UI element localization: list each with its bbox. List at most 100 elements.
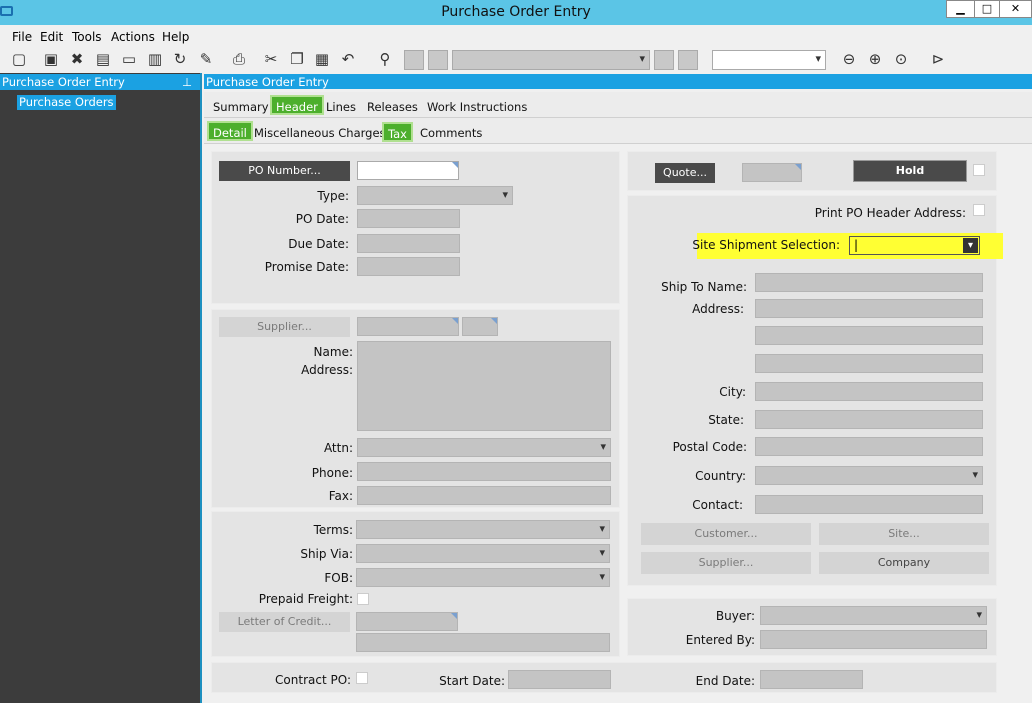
hold-button[interactable]: Hold	[853, 160, 967, 182]
menu-file[interactable]: File	[12, 30, 32, 44]
po-date-label: PO Date:	[295, 212, 349, 226]
quote-input[interactable]	[742, 163, 802, 182]
start-date-input[interactable]	[508, 670, 611, 689]
refresh-icon[interactable]: ↻	[171, 50, 189, 68]
fax-input[interactable]	[357, 486, 611, 505]
ship-via-select[interactable]	[356, 544, 610, 563]
delete-icon[interactable]: ✖	[68, 50, 86, 68]
city-label: City:	[719, 385, 746, 399]
country-select[interactable]	[755, 466, 983, 485]
tab-lines[interactable]: Lines	[322, 97, 360, 117]
save-icon[interactable]: ▣	[42, 50, 60, 68]
menu-edit[interactable]: Edit	[40, 30, 63, 44]
supplier-id-input[interactable]	[357, 317, 459, 336]
print-icon[interactable]: ⎙	[230, 50, 248, 68]
letter-of-credit-desc[interactable]	[356, 633, 610, 652]
tab-releases[interactable]: Releases	[363, 97, 422, 117]
attn-select[interactable]	[357, 438, 611, 457]
prepaid-freight-label: Prepaid Freight:	[258, 592, 353, 606]
fob-select[interactable]	[356, 568, 610, 587]
subtab-misc-charges[interactable]: Miscellaneous Charges	[250, 123, 390, 143]
subtab-comments[interactable]: Comments	[416, 123, 486, 143]
letter-of-credit-input[interactable]	[356, 612, 458, 631]
letter-of-credit-button[interactable]: Letter of Credit...	[219, 612, 350, 632]
note-icon[interactable]: ▭	[120, 50, 138, 68]
ship-address-3[interactable]	[755, 354, 983, 373]
new-icon[interactable]: ▢	[10, 50, 28, 68]
last-icon[interactable]	[678, 50, 698, 70]
phone-input[interactable]	[357, 462, 611, 481]
company-button[interactable]: Company	[819, 552, 989, 574]
close-button[interactable]: ✕	[999, 0, 1032, 18]
print-po-header-address-checkbox[interactable]	[973, 204, 985, 216]
start-date-label: Start Date:	[439, 674, 505, 688]
tab-header[interactable]: Header	[270, 95, 324, 115]
due-date-input[interactable]	[357, 234, 460, 253]
copy-icon[interactable]: ❐	[288, 50, 306, 68]
ship-address-1[interactable]	[755, 299, 983, 318]
po-number-button[interactable]: PO Number...	[219, 161, 350, 181]
state-label: State:	[708, 413, 744, 427]
fax-label: Fax:	[328, 489, 353, 503]
end-date-input[interactable]	[760, 670, 863, 689]
supplier-name-address[interactable]	[357, 341, 611, 431]
binoculars-icon[interactable]: ⚲	[376, 50, 394, 68]
po-date-input[interactable]	[357, 209, 460, 228]
toolbar-combo[interactable]	[712, 50, 826, 70]
tree-item-purchase-orders[interactable]: Purchase Orders	[17, 95, 116, 110]
ship-to-name-input[interactable]	[755, 273, 983, 292]
menu-actions[interactable]: Actions	[111, 30, 155, 44]
back-icon[interactable]: ⊖	[840, 50, 858, 68]
next-icon[interactable]	[654, 50, 674, 70]
quote-button[interactable]: Quote...	[655, 163, 715, 183]
supplier-code-input[interactable]	[462, 317, 498, 336]
undo-icon[interactable]: ↶	[339, 50, 357, 68]
maximize-button[interactable]: □	[974, 0, 1000, 18]
fob-label: FOB:	[324, 571, 353, 585]
po-number-input[interactable]	[357, 161, 459, 180]
postal-code-label: Postal Code:	[672, 440, 747, 454]
ship-address-label: Address:	[692, 302, 744, 316]
menu-tools[interactable]: Tools	[72, 30, 102, 44]
tab-work-instructions[interactable]: Work Instructions	[423, 97, 531, 117]
first-icon[interactable]	[404, 50, 424, 70]
terms-select[interactable]	[356, 520, 610, 539]
hold-checkbox[interactable]	[973, 164, 985, 176]
subtab-detail[interactable]: Detail	[207, 121, 253, 141]
menu-help[interactable]: Help	[162, 30, 189, 44]
contact-input[interactable]	[755, 495, 983, 514]
site-button[interactable]: Site...	[819, 523, 989, 545]
play-icon[interactable]: ⊳	[929, 50, 947, 68]
prepaid-freight-checkbox[interactable]	[357, 593, 369, 605]
left-panel	[0, 73, 202, 703]
forward-icon[interactable]: ⊕	[866, 50, 884, 68]
city-input[interactable]	[755, 382, 983, 401]
tab-summary[interactable]: Summary	[209, 97, 273, 117]
type-select[interactable]	[357, 186, 513, 205]
dropdown-arrow-icon[interactable]: ▾	[963, 238, 978, 253]
buyer-select[interactable]	[760, 606, 987, 625]
pin-icon[interactable]: ⊥	[182, 74, 192, 90]
menu-bar: File Edit Tools Actions Help	[0, 25, 1032, 47]
cut-icon[interactable]: ✂	[262, 50, 280, 68]
promise-date-input[interactable]	[357, 257, 460, 276]
paste-icon[interactable]: ▦	[313, 50, 331, 68]
home-icon[interactable]: ⊙	[892, 50, 910, 68]
buyer-label: Buyer:	[715, 609, 755, 623]
customer-button[interactable]: Customer...	[641, 523, 811, 545]
ship-supplier-button[interactable]: Supplier...	[641, 552, 811, 574]
record-selector[interactable]	[452, 50, 650, 70]
ship-address-2[interactable]	[755, 326, 983, 345]
supplier-button[interactable]: Supplier...	[219, 317, 350, 337]
entered-by-input[interactable]	[760, 630, 987, 649]
subtab-tax[interactable]: Tax	[382, 122, 413, 142]
contract-po-checkbox[interactable]	[356, 672, 368, 684]
book-icon[interactable]: ▤	[94, 50, 112, 68]
prev-icon[interactable]	[428, 50, 448, 70]
site-shipment-selection-select[interactable]: | ▾	[849, 236, 980, 255]
clipboard-icon[interactable]: ▥	[146, 50, 164, 68]
clear-icon[interactable]: ✎	[197, 50, 215, 68]
postal-code-input[interactable]	[755, 437, 983, 456]
minimize-button[interactable]: ▁	[946, 0, 975, 18]
state-input[interactable]	[755, 410, 983, 429]
